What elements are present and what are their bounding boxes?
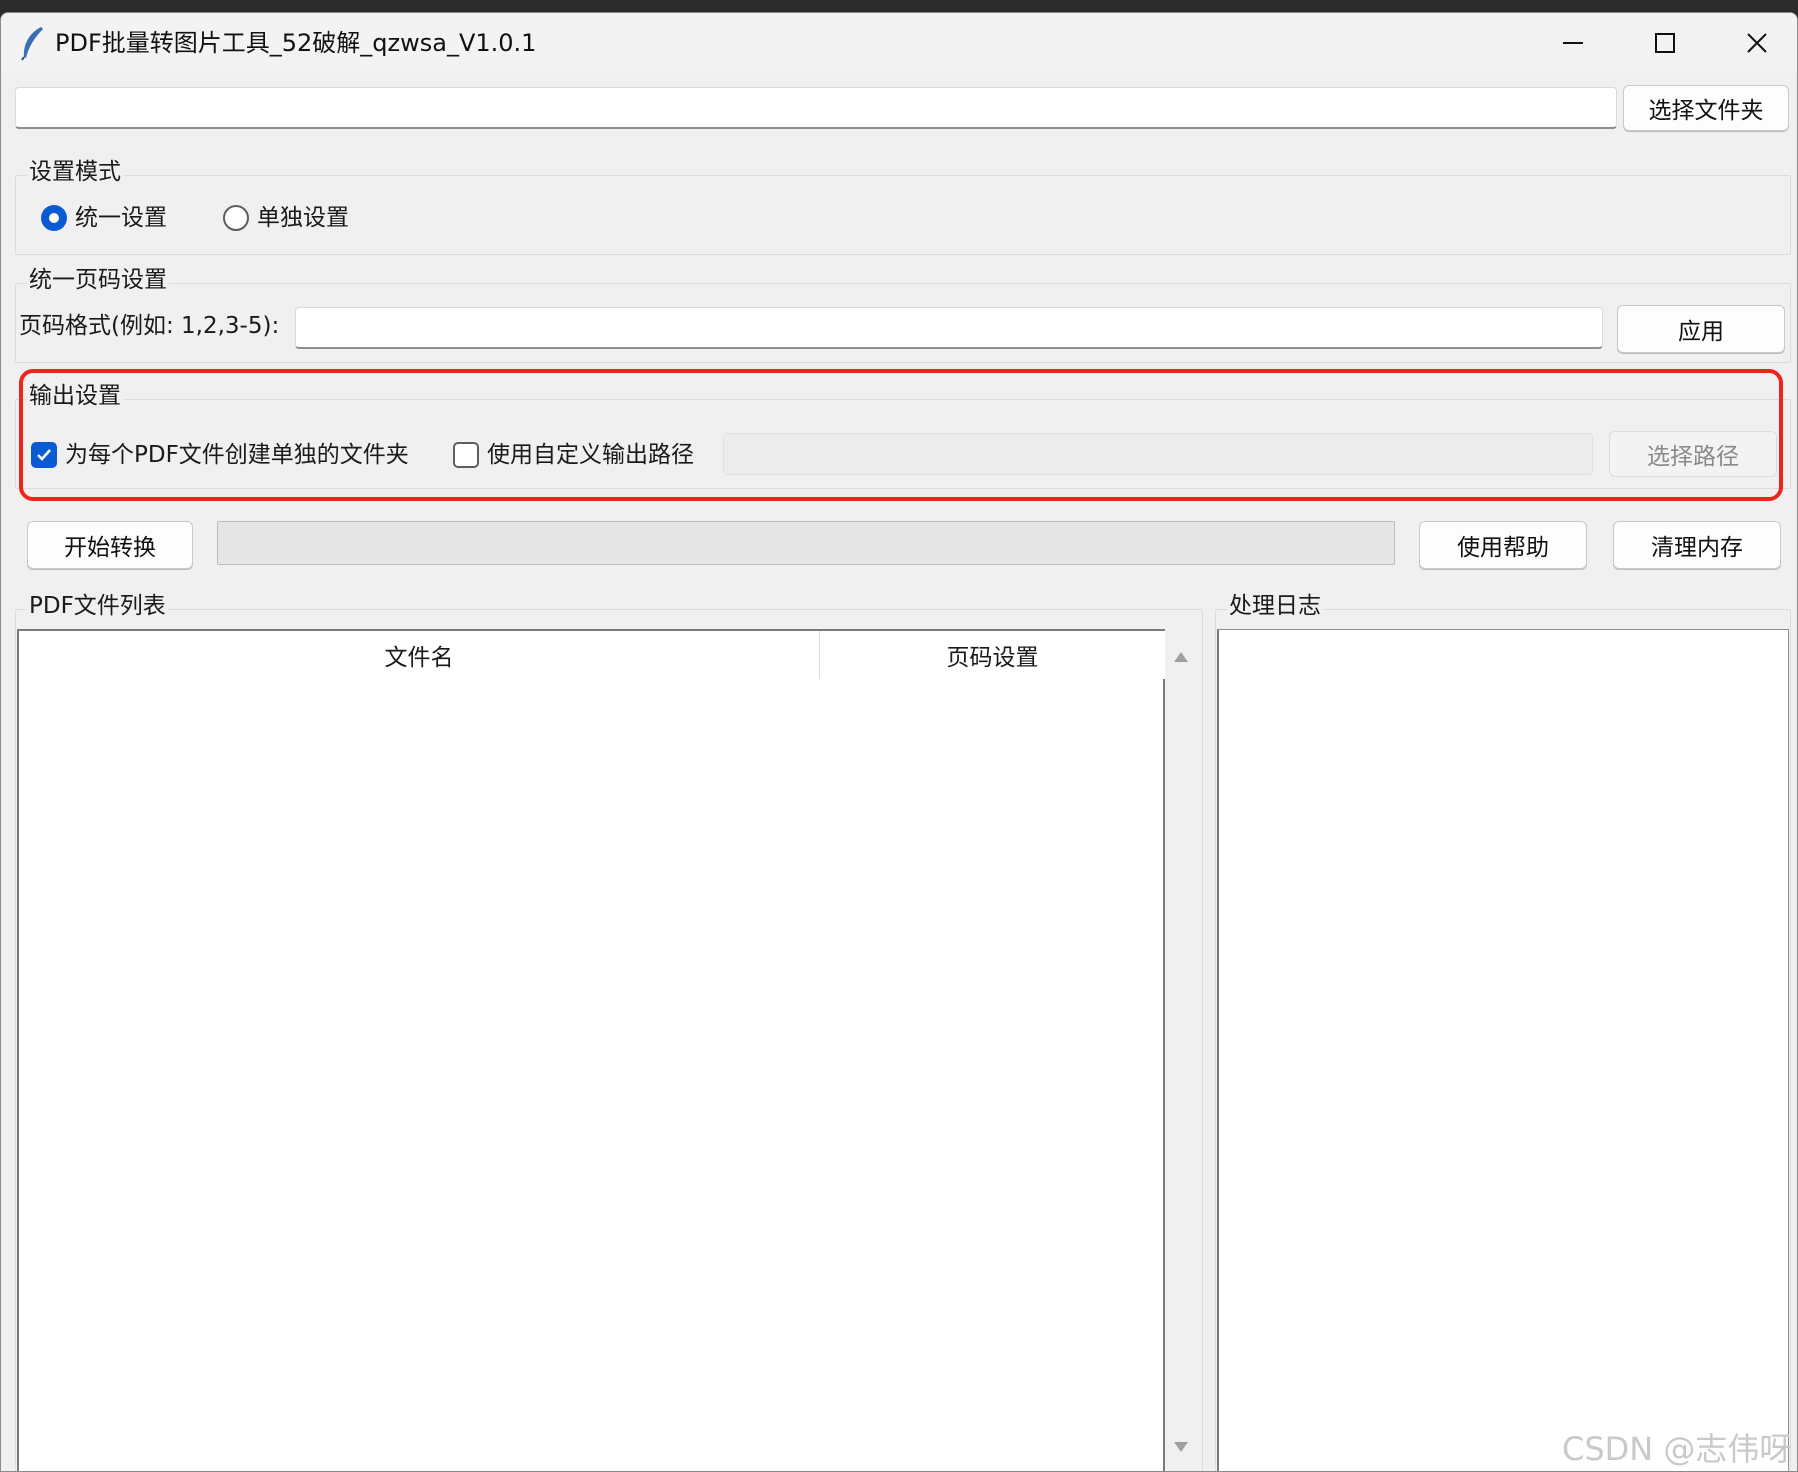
progress-bar bbox=[217, 521, 1395, 565]
title-bar[interactable]: PDF批量转图片工具_52破解_qzwsa_V1.0.1 bbox=[1, 13, 1797, 73]
close-button[interactable] bbox=[1711, 13, 1797, 73]
mode-unified-label[interactable]: 统一设置 bbox=[75, 203, 167, 233]
start-convert-button[interactable]: 开始转换 bbox=[27, 521, 193, 569]
watermark: CSDN @志伟呀 bbox=[1562, 1430, 1792, 1468]
page-format-field[interactable] bbox=[295, 307, 1603, 349]
folder-path-field[interactable] bbox=[15, 87, 1617, 129]
apply-button[interactable]: 应用 bbox=[1617, 305, 1785, 353]
close-icon bbox=[1747, 33, 1767, 53]
maximize-button[interactable] bbox=[1619, 13, 1711, 73]
mode-individual-radio[interactable] bbox=[223, 205, 249, 231]
column-header-filename[interactable]: 文件名 bbox=[19, 631, 819, 679]
minimize-button[interactable] bbox=[1527, 13, 1619, 73]
file-list-scrollbar[interactable] bbox=[1167, 635, 1195, 1471]
highlight-annotation bbox=[19, 369, 1783, 501]
mode-group-title: 设置模式 bbox=[27, 157, 123, 187]
page-settings-title: 统一页码设置 bbox=[27, 265, 169, 295]
scroll-down-arrow-icon[interactable] bbox=[1173, 1441, 1189, 1453]
window-title: PDF批量转图片工具_52破解_qzwsa_V1.0.1 bbox=[55, 29, 537, 57]
help-button[interactable]: 使用帮助 bbox=[1419, 521, 1587, 569]
mode-individual-label[interactable]: 单独设置 bbox=[257, 203, 349, 233]
choose-folder-button[interactable]: 选择文件夹 bbox=[1623, 85, 1789, 131]
column-header-pages[interactable]: 页码设置 bbox=[820, 631, 1165, 679]
file-list-table[interactable]: 文件名 页码设置 bbox=[17, 629, 1165, 1471]
page-format-label: 页码格式(例如: 1,2,3-5): bbox=[19, 313, 280, 339]
app-window: PDF批量转图片工具_52破解_qzwsa_V1.0.1 选择文件夹 设置模式 … bbox=[0, 12, 1798, 1472]
file-list-title: PDF文件列表 bbox=[27, 591, 168, 621]
minimize-icon bbox=[1563, 42, 1583, 44]
folder-path-input[interactable] bbox=[16, 88, 1616, 127]
maximize-icon bbox=[1655, 33, 1675, 53]
log-textarea[interactable] bbox=[1217, 629, 1789, 1471]
mode-unified-radio[interactable] bbox=[41, 205, 67, 231]
log-title: 处理日志 bbox=[1227, 591, 1323, 621]
page-format-input[interactable] bbox=[296, 308, 1602, 347]
feather-icon bbox=[19, 25, 47, 61]
clear-memory-button[interactable]: 清理内存 bbox=[1613, 521, 1781, 569]
scroll-up-arrow-icon[interactable] bbox=[1173, 651, 1189, 663]
